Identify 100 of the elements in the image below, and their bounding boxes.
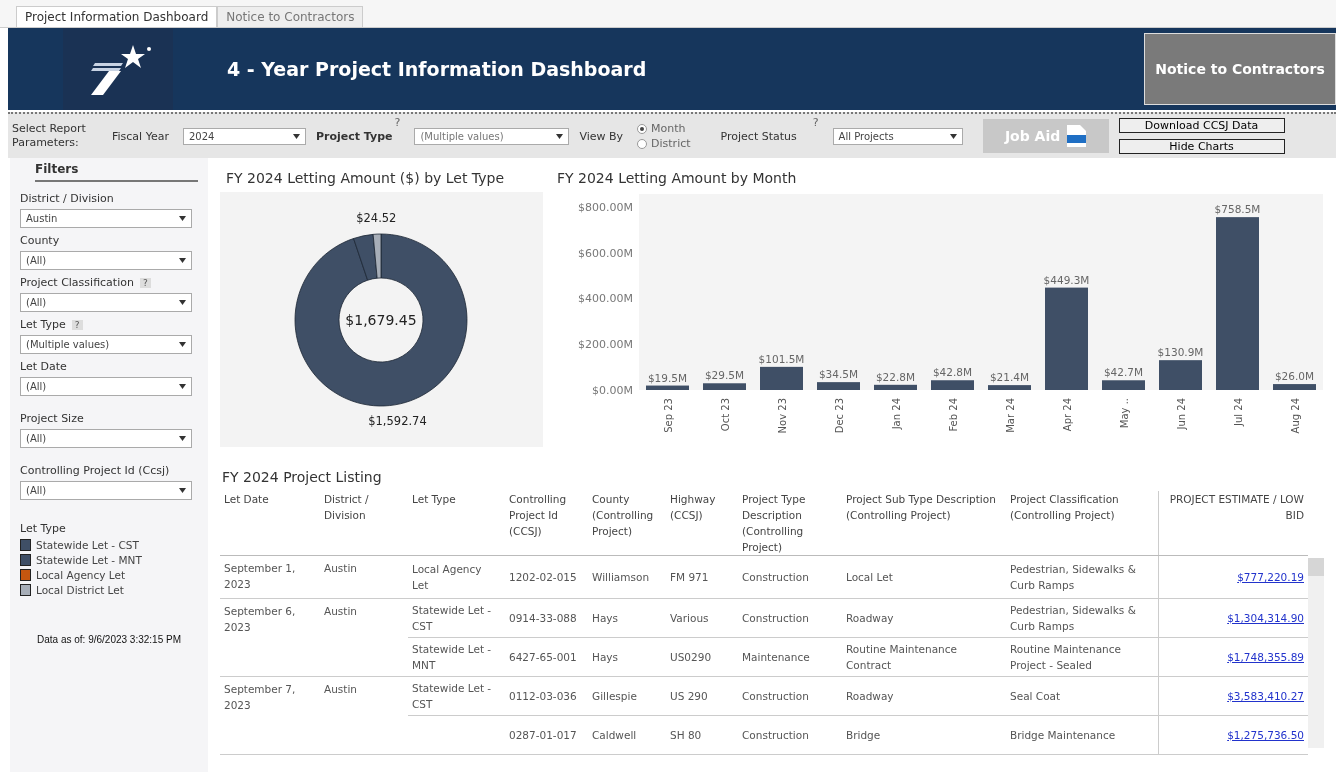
- help-mark[interactable]: ?: [394, 116, 401, 129]
- table-cell: US0290: [666, 637, 738, 677]
- axis-tick-label: $200.00M: [578, 337, 633, 351]
- table-cell: 0112-03-036: [505, 676, 588, 716]
- table-cell: Pedestrian, Sidewalks & Curb Ramps: [1006, 555, 1158, 599]
- radio-button[interactable]: [637, 138, 648, 149]
- notice-button[interactable]: Notice to Contractors: [1144, 33, 1336, 105]
- filter-dropdown[interactable]: (All): [20, 293, 192, 312]
- axis-tick-label: $600.00M: [578, 246, 633, 260]
- sheet-tab[interactable]: Notice to Contractors: [217, 6, 364, 27]
- estimate-link[interactable]: $1,748,355.89: [1227, 651, 1304, 663]
- bar-value-label: $130.9M: [1157, 346, 1204, 359]
- listing-title: FY 2024 Project Listing: [221, 469, 383, 485]
- help-mark[interactable]: ?: [71, 319, 83, 330]
- radio-label: District: [651, 137, 691, 150]
- table-cell: Seal Coat: [1006, 676, 1158, 716]
- bar: [646, 385, 689, 390]
- filter-label: District / Division: [20, 192, 114, 205]
- parameters-label: Select Report Parameters:: [12, 122, 87, 150]
- bar: [1273, 384, 1316, 390]
- month-label: Mar 24: [1004, 398, 1016, 433]
- help-mark[interactable]: ?: [812, 116, 819, 129]
- legend-title: Let Type: [20, 522, 67, 535]
- filter-label: Let Date: [20, 360, 67, 373]
- axis-tick-label: $0.00M: [592, 383, 633, 397]
- column-header: District / Division: [320, 491, 408, 556]
- help-mark[interactable]: ?: [139, 277, 151, 288]
- scrollbar[interactable]: [1308, 558, 1324, 748]
- bar: [817, 382, 860, 390]
- radio-button[interactable]: [637, 123, 648, 134]
- project-status-dropdown[interactable]: All Projects: [832, 127, 963, 145]
- table-cell: 0914-33-088: [505, 598, 588, 638]
- table-cell: 6427-65-001: [505, 637, 588, 677]
- table-cell: Statewide Let - MNT: [408, 637, 505, 677]
- column-header: County (Controlling Project): [588, 491, 666, 556]
- bar-value-label: $19.5M: [647, 371, 688, 384]
- bar: [988, 385, 1031, 390]
- column-header: PROJECT ESTIMATE / LOW BID: [1158, 491, 1308, 556]
- scrollbar-thumb[interactable]: [1308, 558, 1324, 576]
- caret-icon: [179, 216, 186, 221]
- table-cell: Routine Maintenance Contract: [842, 637, 1006, 677]
- table-cell: Construction: [738, 676, 842, 716]
- bar: [1159, 360, 1202, 390]
- axis-tick-label: $400.00M: [578, 292, 633, 306]
- bar: [760, 366, 803, 390]
- table-cell: Bridge: [842, 715, 1006, 755]
- bar-value-label: $34.5M: [818, 368, 859, 381]
- slice-label: $1,592.74: [368, 413, 427, 428]
- estimate-link[interactable]: $1,304,314.90: [1227, 612, 1304, 624]
- filters-title: Filters: [35, 162, 198, 182]
- bar-value-label: $101.5M: [758, 352, 805, 365]
- filter-dropdown[interactable]: (All): [20, 377, 192, 396]
- table-cell: Caldwell: [588, 715, 666, 755]
- table-cell: September 1, 2023: [220, 555, 320, 599]
- hide-charts-button[interactable]: Hide Charts: [1118, 139, 1285, 154]
- filter-label: Project Classification: [20, 276, 134, 289]
- month-label: Jun 24: [1175, 398, 1187, 430]
- table-cell: Construction: [738, 555, 842, 599]
- sheet-tab[interactable]: Project Information Dashboard: [16, 6, 218, 27]
- estimate-link[interactable]: $777,220.19: [1237, 571, 1304, 583]
- filter-dropdown[interactable]: (All): [20, 429, 192, 448]
- table-cell: Routine Maintenance Project - Sealed: [1006, 637, 1158, 677]
- filter-dropdown[interactable]: (All): [20, 481, 192, 500]
- column-header: Let Date: [220, 491, 320, 556]
- estimate-link[interactable]: $1,275,736.50: [1227, 729, 1304, 741]
- filter-label: Let Type: [20, 318, 66, 331]
- project-type-dropdown[interactable]: (Multiple values): [414, 127, 570, 145]
- legend-label: Local Agency Let: [36, 569, 126, 581]
- month-label: Oct 23: [719, 398, 731, 432]
- caret-icon: [949, 133, 957, 139]
- data-timestamp: Data as of: 9/6/2023 3:32:15 PM: [36, 634, 182, 645]
- bar-value-label: $21.4M: [989, 371, 1030, 384]
- filter-dropdown[interactable]: (All): [20, 251, 192, 270]
- download-button[interactable]: Download CCSJ Data: [1118, 118, 1285, 133]
- slice-label: $24.52: [356, 211, 397, 226]
- table-cell: SH 80: [666, 715, 738, 755]
- filter-dropdown[interactable]: Austin: [20, 209, 192, 228]
- bar: [1102, 380, 1145, 390]
- table-cell: Roadway: [842, 598, 1006, 638]
- filter-dropdown[interactable]: (Multiple values): [20, 335, 192, 354]
- caret-icon: [179, 384, 186, 389]
- column-header: Project Classification (Controlling Project): [1006, 491, 1158, 556]
- bar-value-label: $22.8M: [875, 370, 916, 383]
- caret-icon: [179, 258, 186, 263]
- caret-icon: [179, 300, 186, 305]
- month-label: Feb 24: [947, 398, 959, 432]
- estimate-link[interactable]: $3,583,410.27: [1227, 690, 1304, 702]
- month-label: Jul 24: [1232, 398, 1244, 426]
- bar: [874, 384, 917, 390]
- table-cell: Various: [666, 598, 738, 638]
- dashboard-title: 4 - Year Project Information Dashboard: [227, 58, 648, 80]
- table-cell: Local Let: [842, 555, 1006, 599]
- bar-value-label: $42.8M: [932, 366, 973, 379]
- fiscal-year-dropdown[interactable]: 2024: [182, 127, 306, 145]
- month-label: Dec 23: [833, 398, 845, 434]
- filter-label: Controlling Project Id (Ccsj): [20, 464, 170, 477]
- table-cell: Construction: [738, 598, 842, 638]
- pdf-icon: [1066, 125, 1087, 147]
- bar-value-label: $449.3M: [1043, 273, 1090, 286]
- month-label: Jan 24: [890, 398, 902, 430]
